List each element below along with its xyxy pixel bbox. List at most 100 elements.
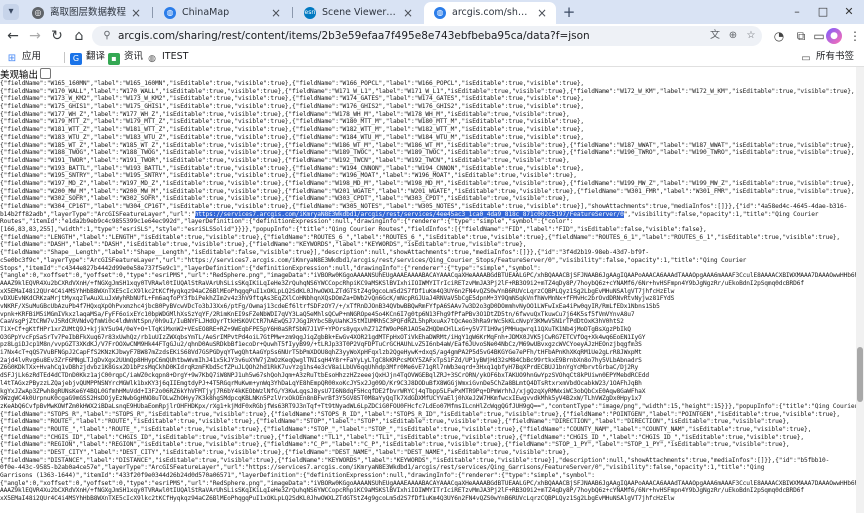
pretty-print-checkbox[interactable] (40, 68, 52, 79)
tab-2[interactable]: ◍ ChinaMap × (154, 2, 290, 24)
address-bar[interactable]: ⚲ 文 ⊕ ☆ (92, 26, 762, 46)
vertical-scrollbar[interactable] (856, 67, 864, 513)
json-line: {"fieldName":"Shape__Length","label":"Sh… (0, 249, 649, 257)
close-icon[interactable]: × (130, 2, 142, 24)
json-line: {"fieldName":"W183_WTU_Z","label":"W183_… (0, 133, 585, 141)
tab-title: Scene Viewer 要求—ArcGIS C (322, 7, 398, 18)
json-line: c5e0bc3f9c","layerType":"ArcGISFeatureLa… (0, 256, 747, 264)
tab-1[interactable]: ◎ 离取图层数据教程 × (22, 2, 150, 24)
json-line: {"angle":0,"xoffset":0,"yoffset":0,"type… (0, 479, 856, 487)
tab-4-active[interactable]: ◍ arcgis.com/sharing/rest/cont × (424, 2, 556, 24)
json-line: {"fieldName":"W177_WH_Z","label":"W177_W… (0, 110, 570, 118)
json-line: dSFJjLk6zRdTEd4dCTDnD0Kkz1ajC00rqpC/iaWZ… (0, 372, 649, 380)
json-line: 2ajd4lvRvg6u8Ev3ZrF6MNgLTJgDvXgx2UUmQp8H… (0, 356, 642, 364)
json-line: xX5EMaI48i2QUr4C4i4MSYhHbB8WXnTXE5cIcX9l… (0, 287, 675, 295)
json-line: {"fieldName":"W175_GHIS1","label":"W175_… (0, 103, 585, 111)
json-line: {"fieldName":"DASH","label":"DASH","isEd… (0, 241, 527, 249)
json-line: i7Nx4cT+qQS7VuBFNGpJ2CapFfS2KNzKJbwyF7BW… (0, 349, 642, 357)
bookmark-news[interactable]: ▪ 资讯 (108, 49, 143, 65)
bookmark-all[interactable]: ▭ 所有书签 (800, 49, 854, 65)
zoom-icon[interactable]: ⊕ (726, 29, 740, 43)
reload-icon[interactable]: ↻ (48, 27, 66, 45)
json-line: {"fieldName":"CHGIS_ID","label":"CHGIS_I… (0, 433, 804, 441)
json-line: O3GPpYvcFpSaSrTv7PeIbBFkXuq67r83xUwhQz/r… (0, 333, 646, 341)
maximize-icon[interactable]: □ (814, 3, 832, 21)
chrome-icon: ◎ (32, 7, 44, 19)
json-line: b14b2ff82adb","layerType":"ArcGISFeature… (0, 210, 856, 219)
json-line: vDXUEvNKdCRKzaMrjtMyxqzTwAuXLuJxWyhRbNUf… (0, 295, 675, 303)
bookmark-translate[interactable]: G 翻译 (70, 49, 105, 65)
globe-icon: ◍ (164, 7, 176, 19)
url-input[interactable] (118, 28, 658, 44)
close-icon[interactable]: × (536, 2, 548, 24)
json-line: 9WzgWC4k0UrpnuK0cgaG9mGSS2HsDOjyEzNwbGgH… (0, 395, 642, 403)
menu-kebab-icon[interactable]: ⋮ (846, 27, 864, 45)
json-line: AAAZ9klEQVR4Xu2bCXRdVXnH/+fNGXgJmSH1xqy0… (0, 279, 804, 287)
json-response-text: {"fieldName":"W165_160MN","label":"W165_… (0, 80, 856, 513)
globe-icon: ◍ (148, 54, 156, 64)
tab-3[interactable]: esri Scene Viewer 要求—ArcGIS C × (294, 2, 422, 24)
json-line: {"fieldName":"W197_MD_Z","label":"W197_M… (0, 179, 855, 187)
bookmark-label: 所有书签 (816, 51, 855, 62)
json-line: Routes","itemId":"e1da2b9eb9c4c9855399c1… (0, 218, 574, 226)
json-line: Stops","itemId":"c4344e827b4442d99e0e58e… (0, 264, 541, 272)
json-line: {"fieldName":"ROUTE","label":"ROUTE","is… (0, 418, 790, 426)
json-line: {"fieldName":"LENGTH","label":"LENGTH","… (0, 233, 841, 241)
bookmarks-bar: ⊞ 应用 G 翻译 ▪ 资讯 ◍ ITEST ▭ 所有书签 (0, 48, 864, 67)
close-window-icon[interactable]: ✕ (840, 3, 858, 21)
json-line: [166,83,83,255],"width":1,"type":"esriSL… (0, 226, 707, 234)
back-arrow-icon[interactable]: ← (4, 27, 22, 45)
json-line: l4tTAGxzPByzzLZQajebjvQUMPPNSNYrcMGWlk1b… (0, 379, 642, 387)
json-line: pz8LgiDJcp1M8n/vvpGZT3XKdKJ/V7FrOOXwCNM9… (0, 341, 642, 349)
json-line: xX5EMaI48i2QUr4C4i4MSYhHbB8WXnTXE5cIcX9l… (0, 495, 675, 503)
json-line: {"fieldName":"W191_TWOR","label":"W191_T… (0, 156, 570, 164)
json-line: CaaVsgPjZtCRW7vJ5RdCRVNdvQfmWi0c4ldWnNtS… (0, 318, 624, 326)
json-line: {"fieldName":"W193_BATTL","label":"W193_… (0, 164, 585, 172)
news-icon: ▪ (108, 53, 120, 65)
forward-arrow-icon[interactable]: → (26, 27, 44, 45)
page-content: 美观输出 {"fieldName":"W165_160MN","label":"… (0, 67, 864, 513)
json-line: {"angle":0,"xoffset":0,"yoffset":0,"type… (0, 272, 856, 280)
json-line: vNKRF/XSuMuGBcUbAzuPb4f7HQxqXpOhPvxmzhc4… (0, 302, 660, 310)
profile-avatar[interactable]: ● (826, 28, 842, 44)
tab-search-icon[interactable]: ▾ (3, 4, 19, 20)
json-line: kgYxJZwAp3ZPwh8gRUNsKe6Y4BQL0GfmhHMuVdd+… (0, 387, 646, 395)
json-line: Garrisons (1363-1644)","itemId":"433f20f… (0, 472, 595, 480)
close-icon[interactable]: × (270, 2, 282, 24)
json-line: {"fieldName":"DEST_CITY","label":"DEST_C… (0, 449, 570, 456)
globe-icon: ◍ (434, 7, 446, 19)
extensions-puzzle-icon[interactable]: ⧉ (792, 27, 810, 45)
json-line: {"fieldName":"REGION","label":"REGION","… (0, 441, 790, 449)
json-line: {"fieldName":"W181_WTT_Z","label":"W181_… (0, 126, 585, 134)
minimize-icon[interactable]: – (788, 3, 806, 21)
json-line: {"fieldName":"DISTANCE","label":"DISTANC… (0, 456, 830, 464)
json-line: zKeAbQ6CvfpBvMwKOWfZm0kHWX2iBDaLsnqE9HUb… (0, 402, 856, 410)
translate-icon: G (70, 53, 82, 65)
new-tab-button[interactable]: + (560, 2, 578, 22)
pretty-print-toggle[interactable]: 美观输出 (0, 68, 52, 81)
tab-divider (152, 7, 153, 18)
site-info-icon[interactable]: ⚲ (100, 29, 114, 43)
home-icon[interactable]: ⌂ (70, 27, 88, 45)
json-line: {"fieldName":"STOPS_R","label":"STOPS_R"… (0, 410, 841, 418)
tab-strip: ▾ ◎ 离取图层数据教程 × ◍ ChinaMap × esri Scene V… (0, 0, 864, 24)
bookmark-label: ITEST (162, 51, 189, 62)
toolbar: ← → ↻ ⌂ ⚲ 文 ⊕ ☆ ◔ ⧉ ▭ ● ⋮ (0, 24, 864, 48)
json-line: {"fieldName":"W170_WALL","label":"W170_W… (0, 87, 855, 95)
json-line: AAAZ9klEQVR4Xu2bCXRdVXnH/+fNGXgJmSH1xqy0… (0, 487, 804, 495)
close-icon[interactable]: × (402, 2, 414, 24)
json-line: {"fieldName":"W185_WT_Z","label":"W185_W… (0, 141, 855, 149)
bookmark-apps[interactable]: ⊞ 应用 (6, 49, 41, 65)
folder-icon: ▭ (801, 53, 811, 64)
extension-icon[interactable]: ◔ (770, 27, 788, 45)
json-line: {"fieldName":"W195_SNTRY","label":"W195_… (0, 172, 577, 180)
bookmark-itest[interactable]: ◍ ITEST (146, 49, 188, 65)
tab-title: 离取图层数据教程 (50, 7, 126, 18)
scrollbar-thumb[interactable] (857, 347, 863, 402)
json-line: {"fieldName":"W302_SOFR","label":"W302_S… (0, 195, 570, 203)
bookmark-star-icon[interactable]: ☆ (744, 29, 758, 43)
translate-icon[interactable]: 文 (708, 29, 722, 43)
selected-feature-server-url[interactable]: https://services7.arcgis.com/iKmryaN8E3W… (194, 210, 624, 218)
bookmark-label: 资讯 (124, 51, 144, 62)
tab-title: ChinaMap (182, 7, 230, 18)
